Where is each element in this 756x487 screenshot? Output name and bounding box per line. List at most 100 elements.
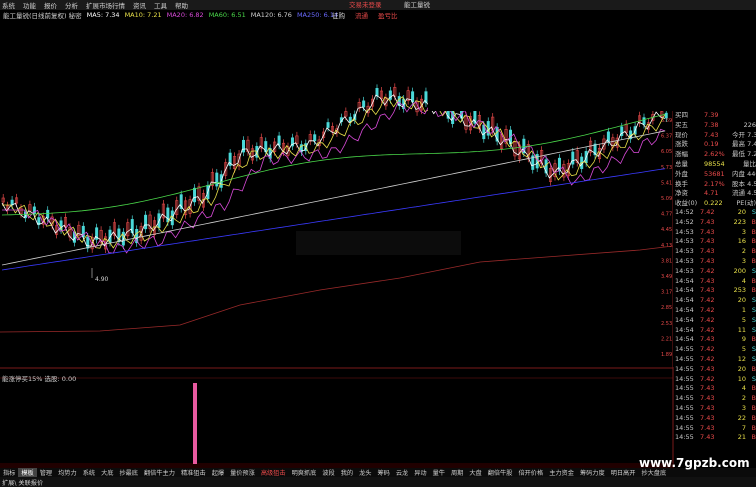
indicator-tab[interactable]: 精准狙击 (178, 468, 209, 477)
price-scale-label: 4.45 (661, 227, 672, 233)
tick-time: 14:53 (675, 256, 694, 265)
price-scale-label: 2.85 (661, 305, 672, 311)
quote-value: 2.17% (704, 179, 725, 188)
indicator-tab[interactable]: 明爽抓底 (289, 468, 320, 477)
indicator-tab[interactable]: 波段 (319, 468, 337, 477)
quote-row: 净资 4.71 流通 4.53亿 (673, 189, 756, 199)
tick-price: 7.42 (700, 305, 715, 314)
indicator-tab[interactable]: 起爆 (209, 468, 227, 477)
indicator-tab[interactable]: 大底 (98, 468, 116, 477)
indicator-tab[interactable]: 系统 (80, 468, 98, 477)
tick-direction: S (751, 296, 756, 305)
candle-body (664, 112, 668, 119)
tick-volume: 4 (741, 276, 746, 285)
indicator-tab[interactable]: 倍开价格 (515, 468, 546, 477)
indicator-tab[interactable]: 管理 (37, 468, 55, 477)
tick-row: 14:55 7.43 20 B (673, 365, 756, 375)
tick-direction: B (751, 403, 756, 412)
indicator-tab[interactable]: 龙头 (356, 468, 374, 477)
indicator-tab[interactable]: 高级狙击 (258, 468, 289, 477)
tick-row: 14:54 7.42 1 S (673, 306, 756, 316)
tick-price: 7.42 (700, 374, 715, 383)
tick-time: 14:55 (675, 384, 694, 393)
tick-direction: B (751, 247, 756, 256)
indicator-tab[interactable]: 量价预涨 (227, 468, 258, 477)
tick-direction: S (751, 266, 756, 275)
tick-time: 14:55 (675, 354, 694, 363)
quote-extra: 最低 7.24 (732, 150, 756, 159)
tick-time: 14:55 (675, 364, 694, 373)
quote-extra: 股本 4.54亿 (732, 179, 756, 188)
price-scale-label: 4.13 (661, 243, 672, 249)
quote-label: 买四 (675, 111, 688, 119)
price-scale-label: 5.09 (661, 196, 672, 202)
candle-body (193, 187, 197, 203)
tick-volume: 1 (741, 305, 746, 314)
indicator-tab[interactable]: 主力资金 (546, 468, 577, 477)
tick-direction: B (751, 256, 756, 265)
quote-extra: 内盘 44073 (732, 169, 756, 178)
quote-row: 买四 7.39 (673, 111, 756, 121)
quote-value: 98554 (704, 159, 725, 168)
tick-price: 7.43 (700, 227, 715, 236)
quote-value: 53681 (704, 169, 725, 178)
indicator-tab[interactable]: 异动 (411, 468, 429, 477)
quote-extra: 今开 7.35 (732, 130, 756, 139)
candle-body (326, 122, 330, 128)
indicator-spike (193, 383, 197, 464)
tick-row: 14:55 7.43 21 B (673, 433, 756, 443)
indicator-tab[interactable]: 翻倍牛主力 (141, 468, 178, 477)
tick-row: 14:52 7.42 20 S (673, 208, 756, 218)
price-scale-label: 6.37 (661, 134, 672, 140)
tick-row: 14:54 7.42 20 S (673, 296, 756, 306)
quote-label: 现价 (675, 130, 688, 139)
price-scale-label: 3.17 (661, 290, 672, 296)
tick-price: 7.43 (700, 217, 715, 226)
indicator-tab[interactable]: 翻倍牛股 (485, 468, 516, 477)
indicator-tab[interactable]: 大盘 (466, 468, 484, 477)
tick-row: 14:54 7.42 5 S (673, 316, 756, 326)
tick-price: 7.42 (700, 354, 715, 363)
indicator-tab[interactable]: 指标 (0, 468, 18, 477)
indicator-tab[interactable]: 筹码力度 (577, 468, 608, 477)
tick-volume: 10 (737, 374, 746, 383)
tick-price: 7.42 (700, 345, 715, 354)
tick-volume: 20 (737, 296, 746, 305)
tick-price: 7.43 (700, 364, 715, 373)
tick-time: 14:54 (675, 335, 694, 344)
quote-extra: 量比 (743, 159, 756, 168)
tick-volume: 7 (741, 423, 746, 432)
price-scale-label: 1.89 (661, 352, 672, 358)
tick-volume: 2 (741, 394, 746, 403)
low-marker-label: 4.90 (95, 276, 109, 283)
tick-row: 14:54 7.42 11 S (673, 326, 756, 336)
indicator-tab[interactable]: 量牛 (430, 468, 448, 477)
tick-time: 14:55 (675, 374, 694, 383)
tick-row: 14:55 7.42 10 S (673, 375, 756, 385)
cost-line (0, 245, 674, 333)
kline-chart[interactable]: 6.696.376.055.735.415.094.774.454.133.81… (0, 0, 756, 487)
tick-time: 14:55 (675, 413, 694, 422)
tick-volume: 16 (737, 237, 746, 246)
price-scale-label: 2.53 (661, 321, 672, 327)
indicator-tab[interactable]: 筹码 (374, 468, 392, 477)
indicator-tab[interactable]: 我的 (338, 468, 356, 477)
indicator-tab[interactable]: 周期 (448, 468, 466, 477)
tick-volume: 12 (737, 354, 746, 363)
quote-row: 换手 2.17% 股本 4.54亿 (673, 180, 756, 190)
quote-extra: 最高 7.49 (732, 140, 756, 149)
tick-row: 14:53 7.43 3 B (673, 228, 756, 238)
tick-row: 14:52 7.43 223 B (673, 218, 756, 228)
indicator-tab[interactable]: 抄最底 (116, 468, 141, 477)
tick-direction: B (751, 384, 756, 393)
tick-time: 14:55 (675, 403, 694, 412)
tick-list[interactable]: 14:52 7.42 20 S 14:52 7.43 223 B 14:53 7.43 3 B 14:5… (673, 208, 756, 443)
candle-body (215, 172, 219, 187)
tick-row: 14:55 7.42 5 S (673, 345, 756, 355)
tick-time: 14:53 (675, 247, 694, 256)
candle-body (313, 134, 317, 142)
indicator-tab[interactable]: 均势力 (55, 468, 80, 477)
indicator-tab[interactable]: 云龙 (393, 468, 411, 477)
indicator-tab[interactable]: 模板 (18, 468, 37, 477)
tick-direction: S (751, 208, 756, 216)
